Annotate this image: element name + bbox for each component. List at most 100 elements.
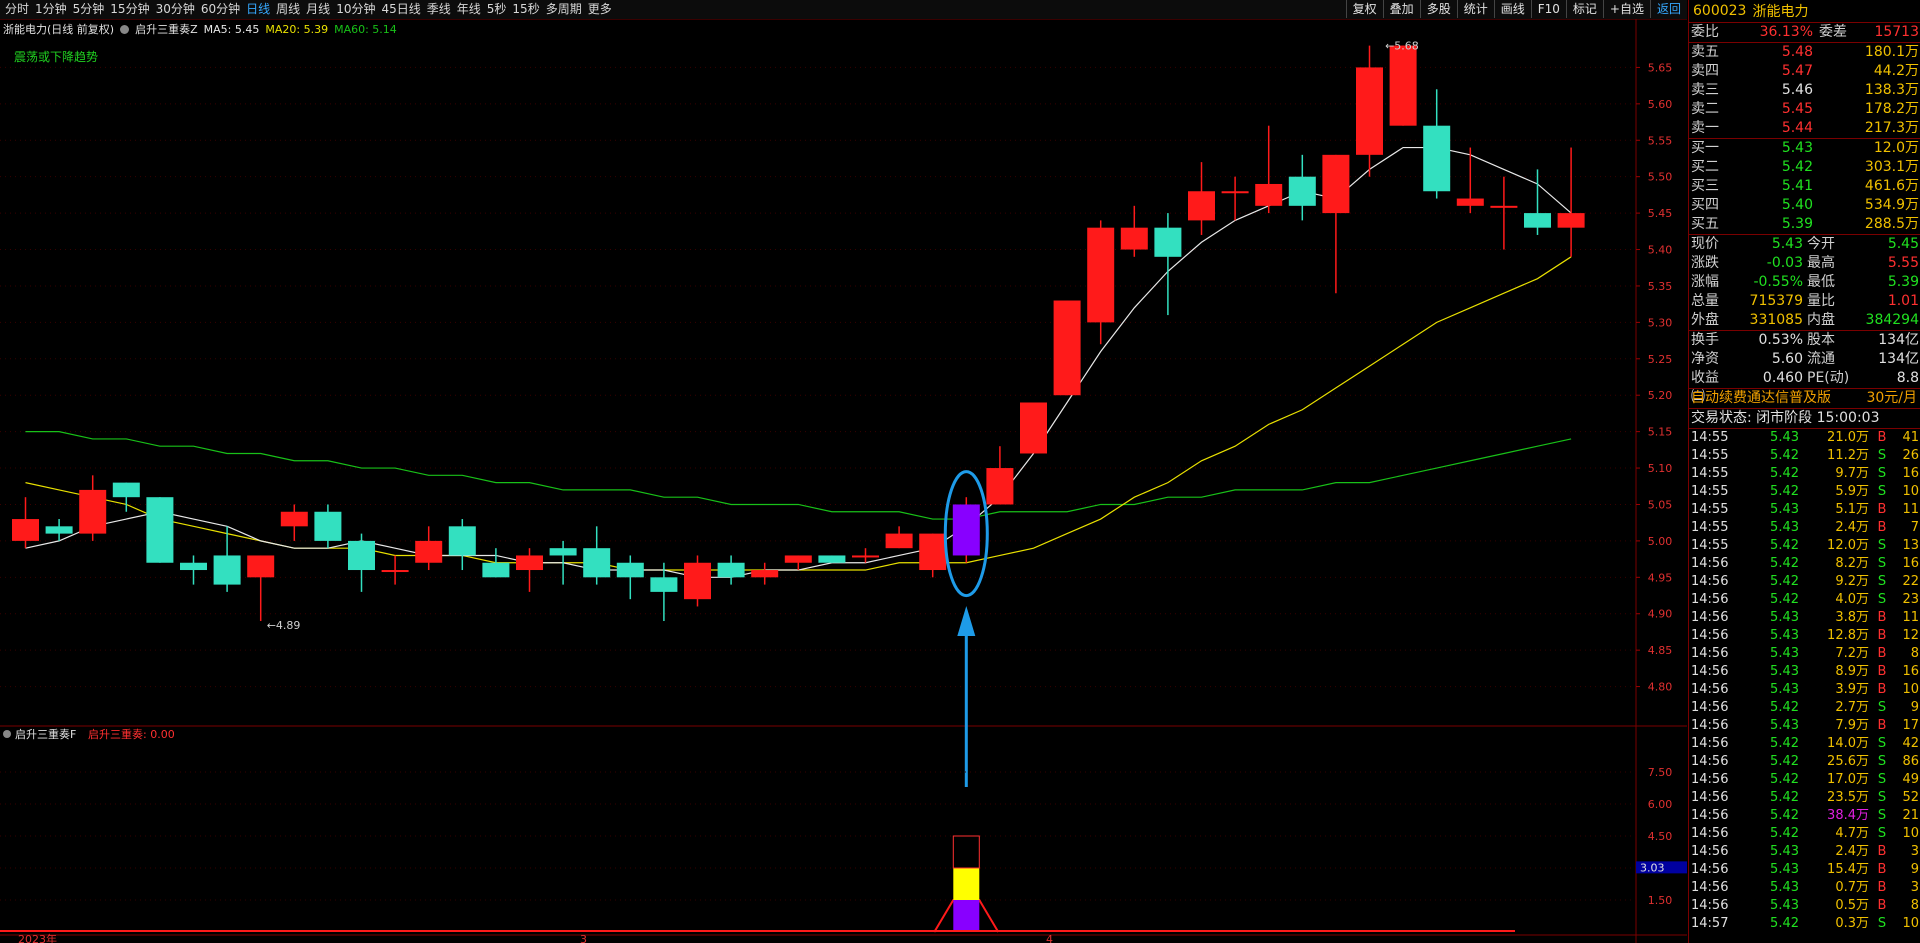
toolbar-button[interactable]: 标记 (1565, 0, 1603, 18)
trade-vol: 9.2万 (1835, 574, 1869, 589)
period-tab[interactable]: 30分钟 (155, 1, 196, 18)
stats2-value: 5.60 (1771, 351, 1803, 367)
period-tab[interactable]: 多周期 (545, 1, 583, 18)
kline-chart[interactable]: 5.65 5.60 5.55 5.50 5.45 5.40 5.35 5.30 5.25 5.20… (0, 19, 1687, 943)
period-tab[interactable]: 季线 (426, 1, 452, 18)
trade-pr: 5.42 (1770, 754, 1799, 769)
trade-vol: 5.9万 (1835, 484, 1869, 499)
period-tab[interactable]: 5秒 (486, 1, 508, 18)
bids-row: 买五 5.39 288.5万 (1689, 215, 1920, 234)
stats-value2: 5.55 (1887, 255, 1919, 271)
stats-label: 涨幅 (1691, 274, 1719, 290)
trade-bs: B (1877, 520, 1887, 535)
candle-body (1356, 67, 1383, 155)
toolbar-button[interactable]: 统计 (1456, 0, 1494, 18)
candle-body (1322, 154, 1350, 214)
period-tab[interactable]: 日线 (245, 1, 271, 18)
y-tick-label: 5.60 (1648, 98, 1673, 111)
ma60-line (25, 431, 1572, 520)
toolbar-button[interactable]: +自选 (1602, 0, 1650, 18)
bids-row: 买二 5.42 303.1万 (1689, 158, 1920, 177)
trade-row: 14:56 5.43 0.7万 B 3 (1689, 879, 1920, 897)
trade-bs: S (1877, 826, 1887, 841)
period-tab[interactable]: 15分钟 (109, 1, 150, 18)
trade-n: 12 (1902, 628, 1919, 643)
trade-row: 14:55 5.43 21.0万 B 41 (1689, 429, 1920, 447)
asks-volume: 44.2万 (1873, 63, 1919, 79)
trade-t: 14:55 (1691, 448, 1729, 463)
trade-bs: S (1877, 538, 1887, 553)
asks-row: 卖四 5.47 44.2万 (1689, 62, 1920, 81)
trade-n: 26 (1902, 448, 1919, 463)
trade-n: 16 (1902, 556, 1919, 571)
trade-vol: 23.5万 (1827, 790, 1869, 805)
period-tab[interactable]: 60分钟 (200, 1, 241, 18)
toolbar-button[interactable]: 复权 (1345, 0, 1383, 18)
trade-bs: S (1877, 574, 1887, 589)
trade-row: 14:55 5.42 12.0万 S 13 (1689, 537, 1920, 555)
period-tab[interactable]: 15秒 (511, 1, 540, 18)
bid-book: 买一 5.43 12.0万 买二 5.42 303.1万 买三 5.41 461.6万 买四 5.4… (1689, 139, 1920, 235)
trade-t: 14:55 (1691, 466, 1729, 481)
candle-body (1020, 402, 1047, 454)
trade-vol: 2.4万 (1835, 520, 1869, 535)
trade-row: 14:56 5.43 12.8万 B 12 (1689, 627, 1920, 645)
candle-body (1490, 205, 1518, 208)
trade-bs: S (1877, 808, 1887, 823)
trade-pr: 5.43 (1770, 502, 1799, 517)
period-tab[interactable]: 45日线 (380, 1, 421, 18)
trade-vol: 7.9万 (1835, 718, 1869, 733)
period-tab[interactable]: 分时 (4, 1, 30, 18)
bids-label: 买一 (1691, 140, 1719, 156)
candle-body (1557, 213, 1585, 228)
toolbar-button[interactable]: 多股 (1419, 0, 1457, 18)
trade-bs: S (1877, 592, 1887, 607)
period-tab[interactable]: 10分钟 (335, 1, 376, 18)
trade-pr: 5.43 (1770, 898, 1799, 913)
bids-label: 买三 (1691, 178, 1719, 194)
period-tab[interactable]: 周线 (275, 1, 301, 18)
y-tick-label: 4.90 (1648, 608, 1673, 621)
toolbar-button[interactable]: 叠加 (1382, 0, 1420, 18)
candle-body (549, 548, 577, 556)
trade-bs: B (1877, 664, 1887, 679)
period-tab[interactable]: 月线 (305, 1, 331, 18)
y-tick-label: 5.00 (1648, 535, 1673, 548)
stats-label2: 最低 (1807, 274, 1835, 290)
trade-bs: S (1877, 700, 1887, 715)
period-tab[interactable]: 年线 (456, 1, 482, 18)
period-tab[interactable]: 1分钟 (34, 1, 68, 18)
candle-body (45, 526, 73, 534)
trade-t: 14:56 (1691, 592, 1729, 607)
period-tab[interactable]: 更多 (587, 1, 613, 18)
toolbar-button[interactable]: 返回 (1649, 0, 1687, 18)
y-tick-label: 5.20 (1648, 389, 1673, 402)
trade-n: 41 (1902, 430, 1919, 445)
trade-vol: 8.2万 (1835, 556, 1869, 571)
stats-value2: 1.01 (1887, 293, 1919, 309)
toolbar-button[interactable]: 画线 (1493, 0, 1531, 18)
period-tab[interactable]: 5分钟 (72, 1, 106, 18)
trade-bs: B (1877, 646, 1887, 661)
low-price-label: ←4.89 (267, 619, 301, 632)
y-tick-label: 4.85 (1648, 644, 1673, 657)
trade-row: 14:55 5.42 5.9万 S 10 (1689, 483, 1920, 501)
trade-vol: 14.0万 (1827, 736, 1869, 751)
candle-body (314, 511, 342, 541)
trade-bs: B (1877, 718, 1887, 733)
candle-body (986, 468, 1014, 505)
trade-vol: 12.0万 (1827, 538, 1869, 553)
asks-label: 卖三 (1691, 82, 1719, 98)
trade-bs: B (1877, 844, 1887, 859)
stats2-label2: PE(动) (1807, 370, 1850, 386)
stats-row: 外盘 331085 内盘 384294 (1689, 311, 1920, 330)
y-tick-label: 5.65 (1648, 61, 1673, 74)
promo-banner[interactable]: 自动续费通达信普及版 30元/月 (1689, 389, 1920, 409)
toolbar-button[interactable]: F10 (1530, 0, 1566, 18)
candle-body (717, 562, 745, 578)
candle-body (1188, 191, 1215, 221)
x-tick-label: 3 (580, 933, 587, 943)
trade-n: 9 (1910, 700, 1919, 715)
stats2-row: 净资 5.60 流通 134亿 (1689, 350, 1920, 369)
trade-t: 14:56 (1691, 682, 1729, 697)
